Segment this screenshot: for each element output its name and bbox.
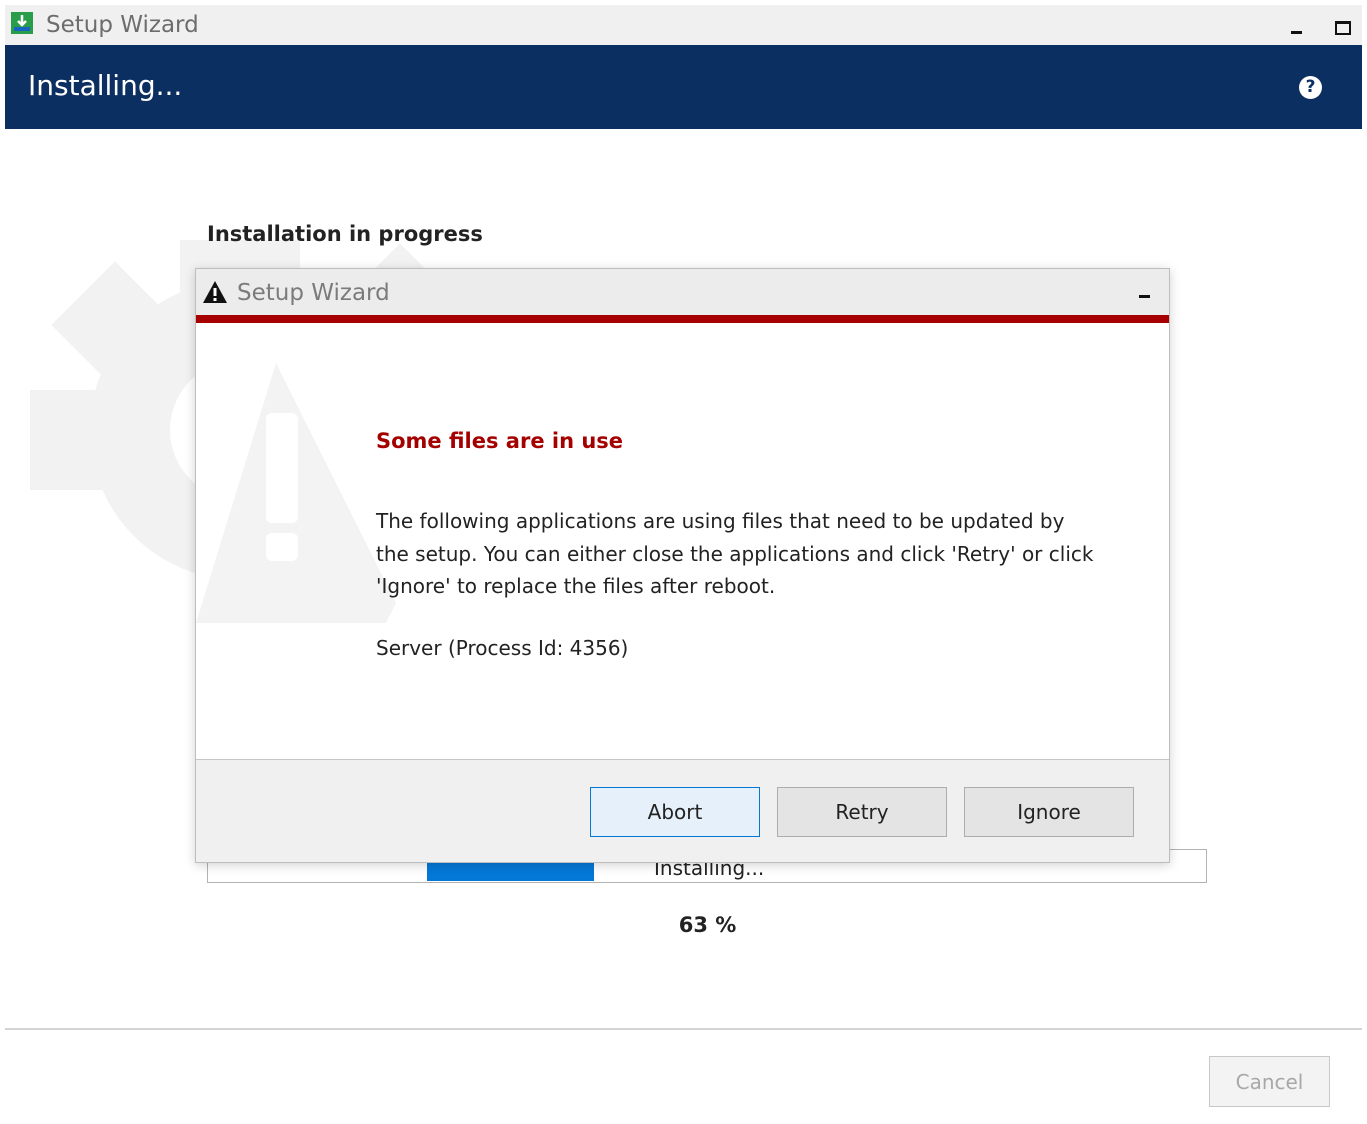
progress-fill (427, 863, 594, 881)
help-icon[interactable]: ? (1299, 76, 1322, 99)
page-header: Installing... ? (5, 45, 1362, 129)
dialog-message: The following applications are using fil… (376, 509, 1094, 598)
dialog-heading: Some files are in use (376, 429, 624, 453)
dialog-process-item: Server (Process Id: 4356) (376, 636, 629, 660)
minimize-button[interactable] (1283, 7, 1309, 43)
dialog-titlebar: Setup Wizard (196, 269, 1169, 315)
retry-button[interactable]: Retry (777, 787, 947, 837)
dialog-error-accent (196, 315, 1169, 323)
dialog-minimize-button[interactable] (1134, 283, 1156, 305)
footer-divider (5, 1028, 1362, 1030)
cancel-button[interactable]: Cancel (1209, 1056, 1330, 1107)
dialog-title: Setup Wizard (237, 280, 390, 306)
page-title: Installing... (28, 69, 183, 102)
files-in-use-dialog: Setup Wizard Some files are in use The f… (195, 268, 1170, 863)
section-title: Installation in progress (207, 222, 483, 246)
dialog-button-bar: Abort Retry Ignore (196, 759, 1169, 862)
window-titlebar: Setup Wizard (5, 5, 1362, 45)
abort-button[interactable]: Abort (590, 787, 760, 837)
download-install-icon (11, 12, 33, 34)
progress-percent: 63 % (678, 913, 737, 937)
ignore-button[interactable]: Ignore (964, 787, 1134, 837)
warning-icon (203, 281, 227, 303)
window-title: Setup Wizard (46, 12, 199, 38)
maximize-button[interactable] (1325, 7, 1355, 43)
